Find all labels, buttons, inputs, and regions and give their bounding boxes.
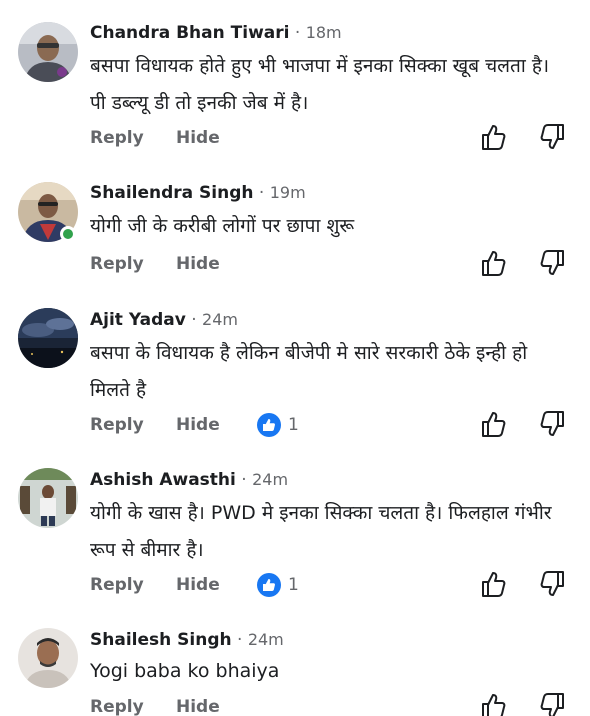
hide-button[interactable]: Hide bbox=[176, 250, 220, 278]
comment-header: Shailendra Singh · 19m bbox=[90, 181, 306, 205]
reaction-summary[interactable]: 1 bbox=[257, 412, 299, 438]
like-reaction-icon bbox=[257, 413, 281, 437]
author-name[interactable]: Ashish Awasthi bbox=[90, 470, 236, 490]
comment: Shailendra Singh · 19m योगी जी के करीबी … bbox=[0, 160, 590, 282]
comment-text: योगी जी के करीबी लोगों पर छापा शुरू bbox=[90, 215, 355, 237]
comment-actions: Reply Hide bbox=[90, 250, 590, 278]
timestamp[interactable]: 19m bbox=[270, 183, 306, 202]
comment-header: Ashish Awasthi · 24m bbox=[90, 468, 288, 492]
reply-button[interactable]: Reply bbox=[90, 411, 144, 439]
reply-button[interactable]: Reply bbox=[90, 571, 144, 599]
separator: · bbox=[258, 183, 265, 203]
comment-header: Chandra Bhan Tiwari · 18m bbox=[90, 21, 342, 45]
comment-actions: Reply Hide bbox=[90, 693, 590, 716]
comment-actions: Reply Hide bbox=[90, 124, 590, 152]
comment-header: Shailesh Singh · 24m bbox=[90, 628, 284, 652]
reply-button[interactable]: Reply bbox=[90, 250, 144, 278]
reply-button[interactable]: Reply bbox=[90, 693, 144, 716]
author-name[interactable]: Chandra Bhan Tiwari bbox=[90, 23, 289, 43]
author-name[interactable]: Shailesh Singh bbox=[90, 630, 232, 650]
comment-text: योगी के खास है। PWD मे इनका सिक्का चलता … bbox=[90, 502, 552, 561]
separator: · bbox=[241, 470, 247, 490]
author-name[interactable]: Shailendra Singh bbox=[90, 183, 254, 203]
comment: Ajit Yadav · 24m बसपा के विधायक है लेकिन… bbox=[0, 282, 590, 442]
author-name[interactable]: Ajit Yadav bbox=[90, 310, 186, 330]
avatar[interactable] bbox=[18, 308, 78, 368]
thumbs-down-icon[interactable] bbox=[540, 123, 566, 151]
comment-actions: Reply Hide 1 bbox=[90, 571, 590, 599]
like-reaction-icon bbox=[257, 573, 281, 597]
reaction-count: 1 bbox=[288, 575, 299, 595]
avatar[interactable] bbox=[18, 22, 78, 82]
separator: · bbox=[237, 630, 243, 650]
hide-button[interactable]: Hide bbox=[176, 411, 220, 439]
hide-button[interactable]: Hide bbox=[176, 571, 220, 599]
comment-header: Ajit Yadav · 24m bbox=[90, 308, 238, 332]
hide-button[interactable]: Hide bbox=[176, 124, 220, 152]
thumbs-up-icon[interactable] bbox=[480, 410, 506, 438]
comment: Chandra Bhan Tiwari · 18m बसपा विधायक हो… bbox=[0, 0, 590, 160]
thumbs-up-icon[interactable] bbox=[480, 123, 506, 151]
thumbs-down-icon[interactable] bbox=[540, 570, 566, 598]
thumbs-down-icon[interactable] bbox=[540, 692, 566, 716]
online-status-indicator bbox=[60, 226, 76, 242]
timestamp[interactable]: 24m bbox=[252, 470, 288, 489]
timestamp[interactable]: 24m bbox=[248, 630, 284, 649]
avatar[interactable] bbox=[18, 628, 78, 688]
comment-actions: Reply Hide 1 bbox=[90, 411, 590, 439]
thumbs-down-icon[interactable] bbox=[540, 249, 566, 277]
comment: Shailesh Singh · 24m Yogi baba ko bhaiya… bbox=[0, 602, 590, 716]
timestamp[interactable]: 18m bbox=[306, 23, 342, 42]
reaction-summary[interactable]: 1 bbox=[257, 572, 299, 598]
timestamp[interactable]: 24m bbox=[202, 310, 238, 329]
thumbs-down-icon[interactable] bbox=[540, 410, 566, 438]
comment: Ashish Awasthi · 24m योगी के खास है। PWD… bbox=[0, 442, 590, 602]
comment-text: बसपा के विधायक है लेकिन बीजेपी मे सारे स… bbox=[90, 342, 528, 401]
comment-text: Yogi baba ko bhaiya bbox=[90, 660, 280, 682]
thumbs-up-icon[interactable] bbox=[480, 692, 506, 716]
separator: · bbox=[294, 23, 301, 43]
thumbs-up-icon[interactable] bbox=[480, 249, 506, 277]
hide-button[interactable]: Hide bbox=[176, 693, 220, 716]
reaction-count: 1 bbox=[288, 415, 299, 435]
separator: · bbox=[191, 310, 197, 330]
avatar[interactable] bbox=[18, 468, 78, 528]
comment-text: बसपा विधायक होते हुए भी भाजपा में इनका स… bbox=[90, 55, 550, 114]
reply-button[interactable]: Reply bbox=[90, 124, 144, 152]
thumbs-up-icon[interactable] bbox=[480, 570, 506, 598]
